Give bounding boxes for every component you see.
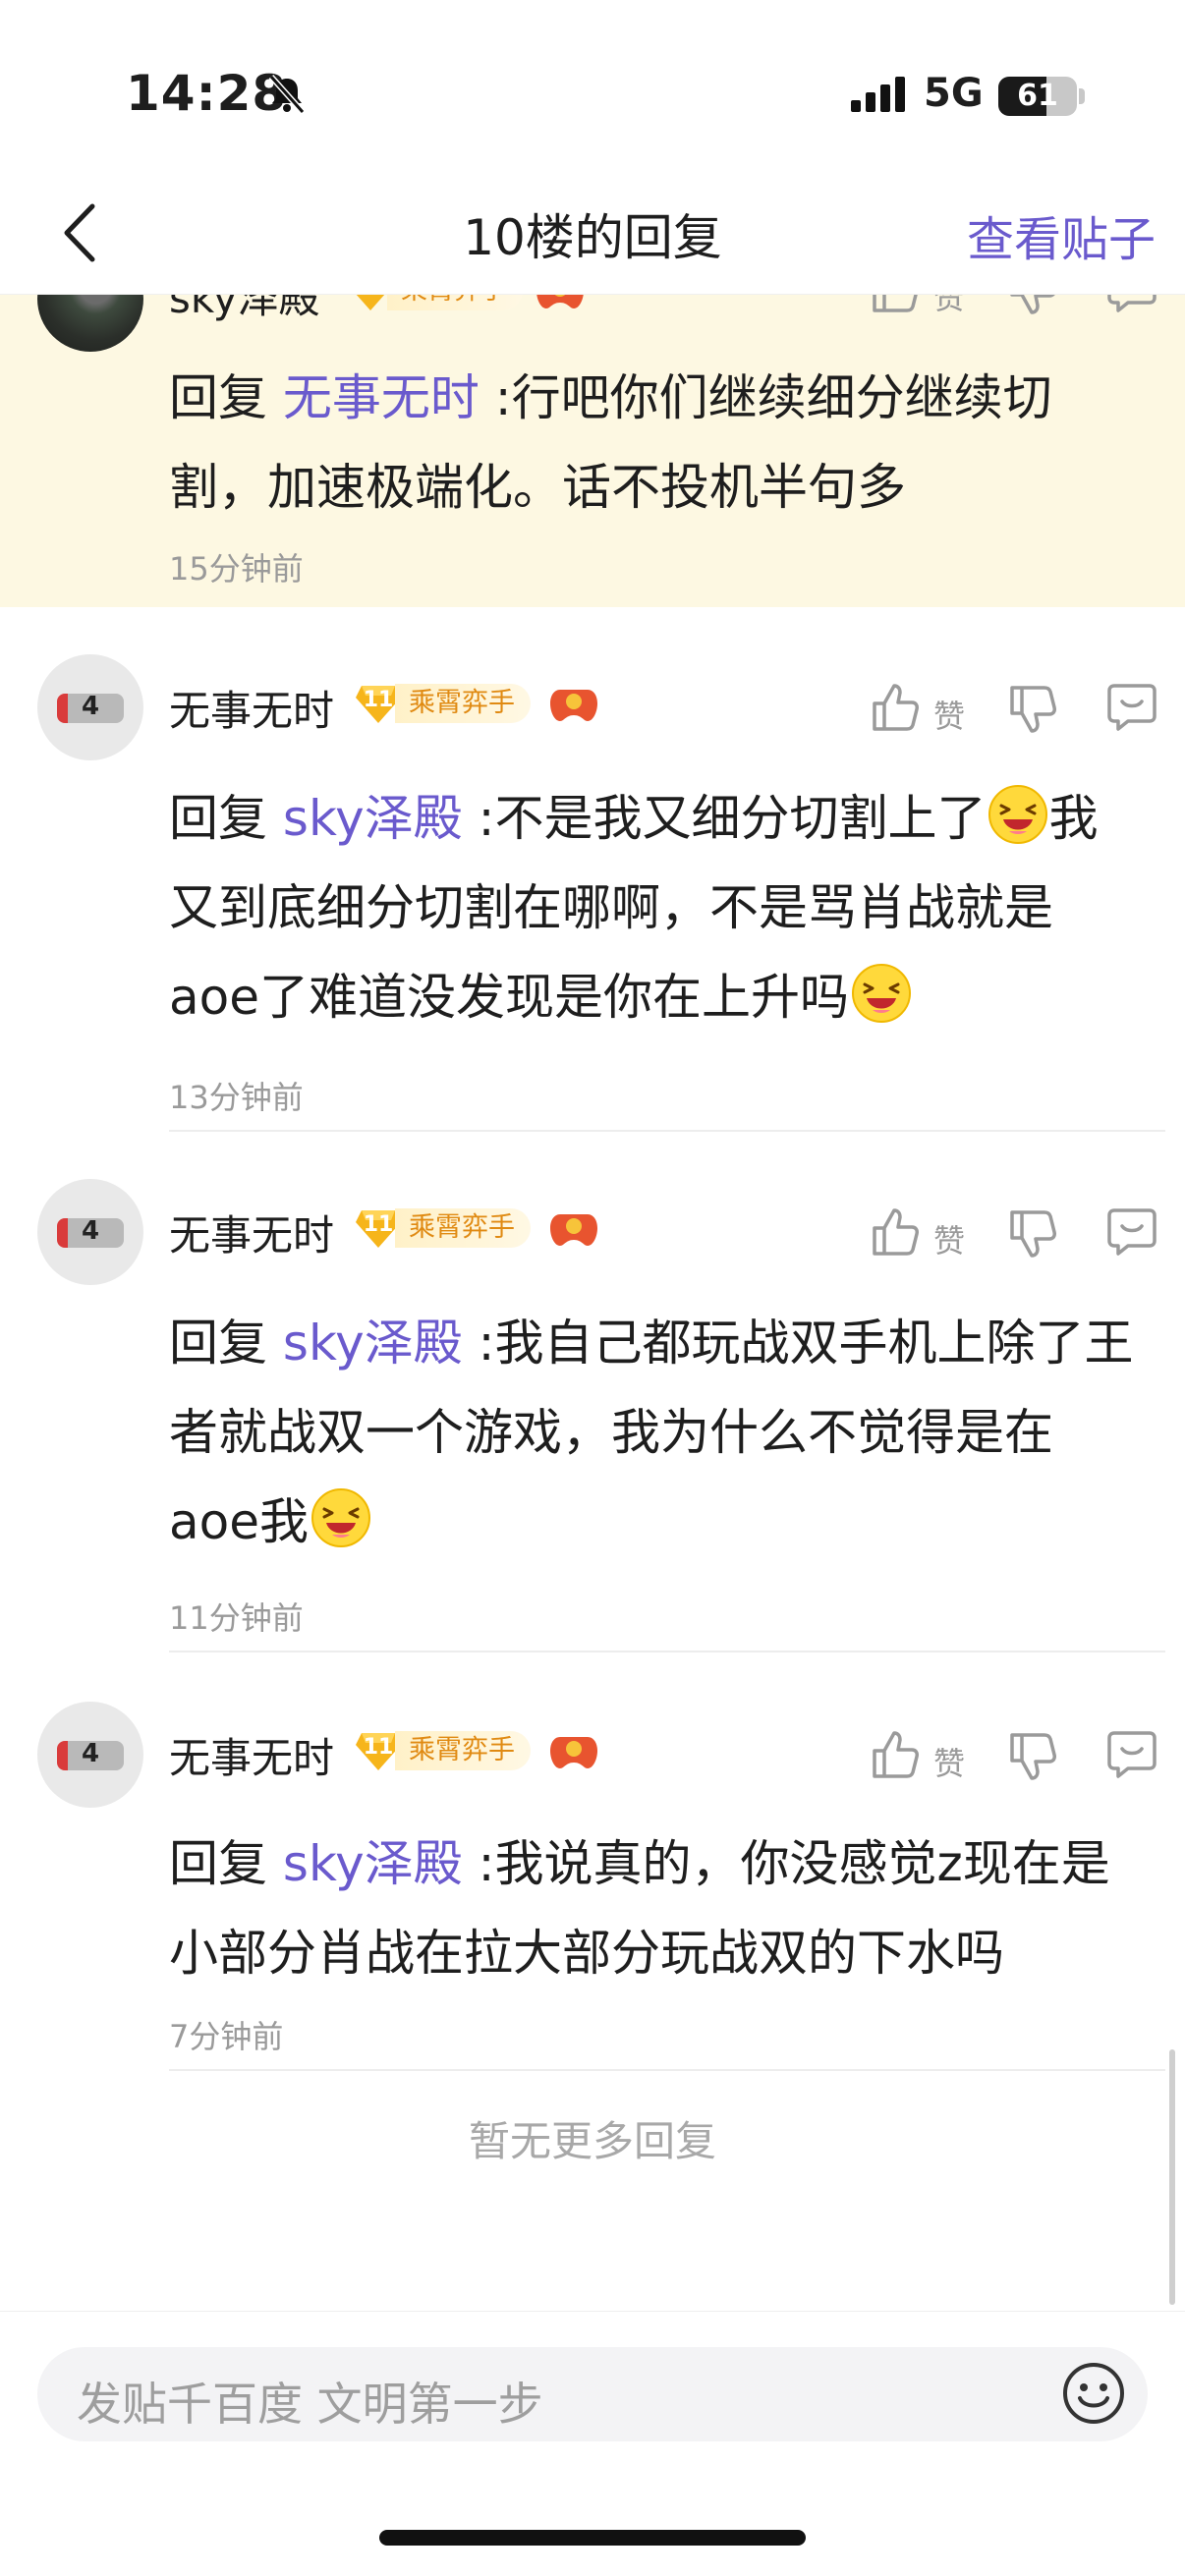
username[interactable]: 无事无时 xyxy=(169,1725,334,1785)
badge-title: 乘霄弈手 xyxy=(395,1208,531,1248)
reply-bubble-icon[interactable] xyxy=(1106,1729,1157,1780)
comment-body: 回复 无事无时 :行吧你们继续细分继续切割，加速极端化。话不投机半句多 xyxy=(169,369,1052,516)
comment-actions: 赞 xyxy=(871,1206,1165,1265)
thumbs-down-icon[interactable] xyxy=(1008,684,1057,735)
comment-actions: 赞 xyxy=(871,1729,1165,1788)
mention-link[interactable]: sky泽殿 xyxy=(283,1835,463,1892)
comment-actions: 赞 xyxy=(871,682,1165,741)
mention-link[interactable]: 无事无时 xyxy=(283,369,480,426)
divider xyxy=(169,1130,1165,1132)
reply-input-placeholder: 发贴千百度 文明第一步 xyxy=(77,2378,543,2431)
signal-icon xyxy=(851,77,905,112)
laughing-emoji-icon xyxy=(311,1488,370,1547)
gamepad-icon xyxy=(550,1214,597,1246)
comment-time: 7分钟前 xyxy=(169,2018,284,2055)
mention-link[interactable]: sky泽殿 xyxy=(283,790,463,847)
thumbs-up-icon[interactable] xyxy=(871,682,920,733)
reply-input[interactable]: 发贴千百度 文明第一步 xyxy=(37,2347,1148,2441)
gamepad-icon xyxy=(550,690,597,721)
comment-body: 回复 sky泽殿 :我说真的，你没感觉z现在是小部分肖战在拉大部分玩战双的下水吗 xyxy=(169,1835,1110,1982)
divider xyxy=(169,1651,1165,1652)
laughing-emoji-icon xyxy=(852,964,911,1023)
laughing-emoji-icon xyxy=(988,785,1048,844)
battery-level: 61 xyxy=(1017,79,1058,113)
comment-body: 回复 sky泽殿 :不是我又细分切割上了 我又到底细分切割在哪啊，不是骂肖战就是a… xyxy=(169,774,1142,1042)
divider xyxy=(169,2069,1165,2071)
network-type: 5G xyxy=(924,71,984,116)
level-badge: 11 乘霄弈手 xyxy=(356,684,552,723)
thumbs-down-icon[interactable] xyxy=(1008,1731,1057,1782)
avatar[interactable]: 4 xyxy=(37,654,143,760)
status-bar: 14:28 5G 61 xyxy=(0,0,1185,177)
scrollbar[interactable] xyxy=(1169,2049,1175,2305)
level-badge: 11 乘霄弈手 xyxy=(356,1208,552,1248)
level-badge: 11 乘霄弈手 xyxy=(356,1731,552,1770)
mention-link[interactable]: sky泽殿 xyxy=(283,1315,463,1372)
thumbs-up-icon[interactable] xyxy=(871,1729,920,1780)
gamepad-icon xyxy=(550,1737,597,1768)
badge-title: 乘霄弈手 xyxy=(395,1731,531,1770)
like-label[interactable]: 赞 xyxy=(933,1216,965,1261)
like-label[interactable]: 赞 xyxy=(933,692,965,737)
username[interactable]: 无事无时 xyxy=(169,678,334,738)
comment-body: 回复 sky泽殿 :我自己都玩战双手机上除了王者就战双一个游戏，我为什么不觉得是… xyxy=(169,1315,1134,1550)
badge-title: 乘霄弈手 xyxy=(395,684,531,723)
like-label[interactable]: 赞 xyxy=(933,1739,965,1784)
avatar[interactable]: 4 xyxy=(37,1179,143,1285)
view-post-link[interactable]: 查看贴子 xyxy=(967,200,1156,269)
thumbs-down-icon[interactable] xyxy=(1008,1208,1057,1260)
thumbs-up-icon[interactable] xyxy=(871,1206,920,1258)
status-time: 14:28 xyxy=(126,65,288,122)
reply-bubble-icon[interactable] xyxy=(1106,1206,1157,1258)
bell-muted-icon xyxy=(268,75,306,114)
comment-time: 13分钟前 xyxy=(169,1079,304,1116)
battery-icon: 61 xyxy=(998,77,1077,116)
no-more-replies: 暂无更多回复 xyxy=(468,2117,716,2165)
avatar[interactable]: 4 xyxy=(37,1702,143,1808)
home-indicator xyxy=(379,2530,806,2546)
nav-bar: 10楼的回复 查看贴子 xyxy=(0,177,1185,295)
composer-bar: 发贴千百度 文明第一步 xyxy=(0,2311,1185,2576)
comment-time: 11分钟前 xyxy=(169,1599,304,1637)
battery-nub xyxy=(1079,88,1085,104)
emoji-picker-icon[interactable] xyxy=(1061,2361,1126,2426)
reply-bubble-icon[interactable] xyxy=(1106,682,1157,733)
comment-time: 15分钟前 xyxy=(169,550,304,588)
username[interactable]: 无事无时 xyxy=(169,1203,334,1262)
